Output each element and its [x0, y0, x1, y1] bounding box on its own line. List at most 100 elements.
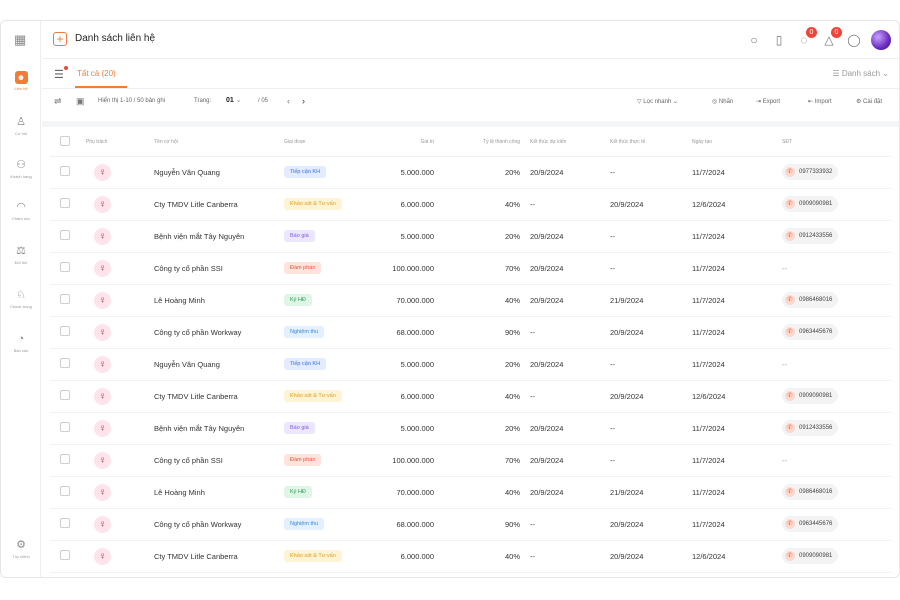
row-checkbox[interactable] — [60, 262, 70, 272]
opportunity-name[interactable]: Cty TMDV Litle Canberra — [154, 540, 284, 573]
bell-icon[interactable]: △ 0 — [821, 27, 842, 48]
import-button[interactable]: ⇤ Import — [808, 98, 832, 105]
column-header[interactable]: Tỷ lệ thành công — [444, 129, 530, 157]
phone-chip[interactable]: ✆ 0963445676 — [782, 516, 839, 532]
sidebar-item[interactable]: ♘ Check-trong — [1, 289, 41, 309]
phone-chip[interactable]: ✆ 0986468016 — [782, 484, 839, 500]
chat-icon[interactable]: ◌ 0 — [796, 27, 817, 48]
value-cell: 6.000.000 — [384, 540, 444, 573]
phone-chip[interactable]: ✆ 0909090981 — [782, 548, 839, 564]
sidebar-item[interactable]: ◔ Báo cáo — [1, 333, 41, 353]
next-page-icon[interactable]: › — [302, 96, 305, 106]
owner-avatar: ♀ — [94, 451, 111, 469]
table-row[interactable]: ♀ Công ty cổ phần SSI Đàm phán 100.000.000 7… — [50, 444, 891, 477]
phone-number: 0909090981 — [799, 553, 833, 559]
tab-all[interactable]: Tất cả (20) — [77, 69, 116, 78]
tag-button[interactable]: ◎ Nhãn — [712, 98, 733, 105]
sidebar-item[interactable]: ◠ Chăm sóc — [1, 201, 41, 221]
add-button[interactable]: + — [53, 32, 67, 46]
phone-chip[interactable]: ✆ 0909090981 — [782, 388, 839, 404]
opportunity-name[interactable]: Công ty cổ phần Workway — [154, 508, 284, 541]
phone-chip[interactable]: ✆ 0963445676 — [782, 324, 839, 340]
phone-chip[interactable]: ✆ 0977333932 — [782, 164, 839, 180]
table-row[interactable]: ♀ Cty TMDV Litle Canberra Khảo sát & Tư vấ… — [50, 380, 891, 413]
help-icon[interactable]: ◯ — [846, 32, 862, 48]
settings-button[interactable]: ⚙ Cài đặt — [856, 98, 882, 105]
opportunity-name[interactable]: Cty TMDV Litle Canberra — [154, 188, 284, 221]
sidebar-item[interactable]: ⚖ Đối thủ — [1, 245, 41, 265]
table-row[interactable]: ♀ Bệnh viện mắt Tây Nguyên Báo giá 5.000.00… — [50, 220, 891, 253]
bookmark-icon[interactable]: ▯ — [771, 32, 787, 48]
row-checkbox[interactable] — [60, 550, 70, 560]
user-avatar[interactable] — [871, 30, 891, 50]
opportunity-name[interactable]: Nguyễn Văn Quang — [154, 156, 284, 189]
actual-end-cell: 20/9/2024 — [610, 508, 692, 541]
phone-chip[interactable]: ✆ 0909090981 — [782, 196, 839, 212]
sidebar-item[interactable]: ♙ Cơ hội — [1, 116, 41, 136]
opportunity-name[interactable]: Công ty cổ phần Workway — [154, 316, 284, 349]
opportunity-name[interactable]: Lê Hoàng Minh — [154, 284, 284, 317]
page-select[interactable]: 01 ⌄ — [226, 96, 242, 104]
table-row[interactable]: ♀ Công ty cổ phần SSI Đàm phán 100.000.000 7… — [50, 252, 891, 285]
created-date-cell: 11/7/2024 — [692, 412, 782, 445]
opportunity-name[interactable]: Cty TMDV Litle Canberra — [154, 380, 284, 413]
row-checkbox[interactable] — [60, 454, 70, 464]
row-checkbox[interactable] — [60, 230, 70, 240]
table-row[interactable]: ♀ Công ty cổ phần Workway Nghiệm thu 68.000… — [50, 508, 891, 541]
opportunity-name[interactable]: Lê Hoàng Minh — [154, 476, 284, 509]
apps-grid-icon[interactable]: ▦ — [14, 32, 26, 48]
sidebar-item[interactable]: ⚇ Khách hàng — [1, 159, 41, 179]
column-header[interactable]: Kết thúc thực tế — [610, 129, 692, 157]
row-checkbox[interactable] — [60, 166, 70, 176]
column-header[interactable]: Tên cơ hội — [154, 129, 284, 157]
column-header[interactable]: SĐT — [782, 129, 891, 157]
table-row[interactable]: ♀ Lê Hoàng Minh Ký HĐ 70.000.000 40% 20/9/202… — [50, 476, 891, 509]
sidebar: ▦ ☻ Liên hệ ♙ Cơ hội ⚇ Khách hàng ◠ Chăm sóc ⚖ Đố… — [1, 21, 41, 577]
prev-page-icon[interactable]: ‹ — [287, 96, 290, 106]
row-checkbox[interactable] — [60, 486, 70, 496]
filter-sliders-icon[interactable]: ⇌ — [54, 96, 62, 107]
sidebar-item-customize[interactable]: ⚙ Tùy chỉnh — [1, 539, 41, 559]
view-select[interactable]: ☰ Danh sách ⌄ — [832, 69, 889, 78]
column-header[interactable]: Giá trị — [384, 129, 444, 157]
search-icon[interactable]: ○ — [746, 32, 762, 48]
phone-chip[interactable]: ✆ 0986468016 — [782, 292, 839, 308]
actual-end-cell: -- — [610, 220, 692, 253]
table-row[interactable]: ♀ Cty TMDV Litle Canberra Khảo sát & Tư vấ… — [50, 188, 891, 221]
notification-badge: 0 — [831, 27, 842, 38]
stage-badge: Nghiệm thu — [284, 326, 325, 338]
menu-icon[interactable]: ☰ — [54, 68, 64, 81]
opportunity-name[interactable]: Bệnh viện mắt Tây Nguyên — [154, 412, 284, 445]
column-header[interactable]: Phụ trách — [86, 129, 154, 157]
value-cell: 100.000.000 — [384, 252, 444, 285]
table-row[interactable]: ♀ Bệnh viện mắt Tây Nguyên Báo giá 5.000.00… — [50, 412, 891, 445]
phone-chip[interactable]: ✆ 0912433556 — [782, 420, 839, 436]
row-checkbox[interactable] — [60, 390, 70, 400]
select-all-checkbox[interactable] — [60, 136, 70, 147]
table-row[interactable]: ♀ Cty TMDV Litle Canberra Khảo sát & Tư vấ… — [50, 540, 891, 573]
row-checkbox[interactable] — [60, 358, 70, 368]
export-button[interactable]: ⇥ Export — [756, 98, 780, 105]
opportunity-name[interactable]: Nguyễn Văn Quang — [154, 348, 284, 381]
columns-icon[interactable]: ▣ — [76, 96, 85, 107]
opportunity-name[interactable]: Bệnh viện mắt Tây Nguyên — [154, 220, 284, 253]
row-checkbox[interactable] — [60, 422, 70, 432]
table-row[interactable]: ♀ Công ty cổ phần Workway Nghiệm thu 68.000… — [50, 316, 891, 349]
table-row[interactable]: ♀ Nguyễn Văn Quang Tiếp cận KH 5.000.000 20%… — [50, 348, 891, 381]
quick-filter-button[interactable]: ▽ Lọc nhanh ⌄ — [637, 98, 678, 105]
table-row[interactable]: ♀ Nguyễn Văn Quang Tiếp cận KH 5.000.000 20%… — [50, 156, 891, 189]
row-checkbox[interactable] — [60, 518, 70, 528]
users-icon: ⚇ — [16, 159, 26, 171]
row-checkbox[interactable] — [60, 326, 70, 336]
opportunity-name[interactable]: Công ty cổ phần SSI — [154, 444, 284, 477]
table-row[interactable]: ♀ Lê Hoàng Minh Ký HĐ 70.000.000 40% 20/9/202… — [50, 284, 891, 317]
column-header[interactable]: Giai đoạn — [284, 129, 384, 157]
row-checkbox[interactable] — [60, 198, 70, 208]
row-checkbox[interactable] — [60, 294, 70, 304]
column-header[interactable]: Ngày tạo — [692, 129, 782, 157]
phone-chip[interactable]: ✆ 0912433556 — [782, 228, 839, 244]
opportunity-name[interactable]: Công ty cổ phần SSI — [154, 252, 284, 285]
stage-badge: Báo giá — [284, 422, 315, 434]
column-header[interactable]: Kết thúc dự kiến — [530, 129, 610, 157]
sidebar-item[interactable]: ☻ Liên hệ — [1, 71, 41, 91]
